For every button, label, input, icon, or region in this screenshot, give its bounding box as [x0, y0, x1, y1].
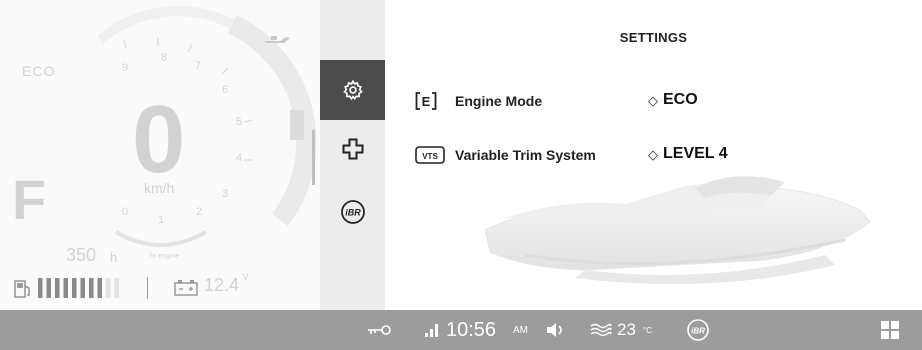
engine-mode-row[interactable]: E Engine Mode ◇ ECO [415, 88, 895, 116]
clock-time: 10:56 [446, 318, 497, 341]
drive-mode-label: ECO [22, 63, 56, 79]
fuel-segment [97, 278, 102, 298]
apps-grid-icon[interactable] [880, 310, 900, 350]
rpm-tick-8: 8 [161, 52, 168, 64]
fuel-segment [55, 278, 60, 298]
engine-hours-value: 350 [66, 245, 97, 265]
gauge-cluster: 9 8 7 6 5 4 3 2 1 0 ECO 0 km/h F 350 h h… [0, 0, 320, 310]
rpm-tick-9: 9 [122, 62, 129, 74]
divider [147, 277, 148, 299]
rpm-tick-1: 1 [158, 214, 165, 226]
fuel-segment [46, 278, 51, 298]
ibr-icon: iBR [340, 200, 365, 224]
rpm-tick-2: 2 [196, 206, 203, 218]
engine-hours-caption: hr engine [150, 253, 180, 260]
engine-hours-unit: h [110, 250, 118, 265]
boat-mini-icon [264, 36, 290, 43]
fuel-segment [72, 278, 77, 298]
nav-service-button[interactable] [320, 124, 385, 174]
engine-mode-value[interactable]: ECO [663, 91, 698, 109]
clock-ampm: AM [513, 324, 528, 336]
water-temperature-icon [590, 310, 612, 350]
fuel-segment [89, 278, 94, 298]
rpm-tick-3: 3 [222, 188, 229, 200]
fuel-segment [106, 278, 111, 298]
vts-icon: VTS [415, 146, 445, 164]
vts-icon-label: VTS [422, 152, 438, 161]
rpm-tick-5: 5 [236, 116, 243, 128]
gear-icon [342, 79, 363, 101]
fuel-segment [38, 278, 43, 298]
ibr-icon-label: iBR [345, 208, 361, 218]
fuel-segment [63, 278, 68, 298]
rpm-tick-0: 0 [122, 206, 129, 218]
battery-voltage-value: 12.4 [204, 275, 240, 295]
signal-strength-icon [424, 310, 442, 350]
ibr-status-icon[interactable]: iBR [686, 310, 710, 350]
rpm-tick-6: 6 [222, 84, 229, 96]
engine-mode-icon: E [415, 92, 437, 110]
fuel-segment [80, 278, 85, 298]
engine-mode-label: Engine Mode [455, 93, 543, 109]
fuel-pump-icon [14, 280, 30, 298]
speed-value: 0 [132, 86, 186, 193]
ibr-status-label: iBR [691, 327, 705, 336]
nav-ibr-button[interactable]: iBR [320, 187, 385, 237]
speed-unit: km/h [144, 180, 175, 196]
volume-icon[interactable] [545, 310, 567, 350]
settings-panel: SETTINGS E Engine Mode ◇ ECO VTS Variabl… [385, 0, 922, 310]
battery-voltage-unit: V [242, 272, 249, 283]
key-icon [366, 310, 392, 350]
nav-settings-button[interactable] [320, 60, 385, 120]
side-nav: iBR [320, 0, 385, 310]
water-temperature-value: 23 [617, 320, 636, 339]
wrench-cross-icon [342, 138, 363, 160]
watercraft-image [484, 176, 871, 285]
engine-mode-icon-label: E [422, 94, 431, 109]
up-down-chevron-icon[interactable]: ◇ [648, 93, 658, 109]
water-temperature-unit: °C [643, 325, 652, 335]
fuel-level-bar [38, 278, 119, 298]
fuel-segment [114, 278, 119, 298]
page-title: SETTINGS [619, 30, 688, 45]
rpm-tick-7: 7 [195, 60, 202, 72]
gear-indicator: F [12, 168, 47, 231]
status-bar: 10:56 AM 23 °C iBR [0, 310, 922, 350]
rpm-tick-4: 4 [236, 152, 243, 164]
battery-icon [174, 280, 198, 296]
